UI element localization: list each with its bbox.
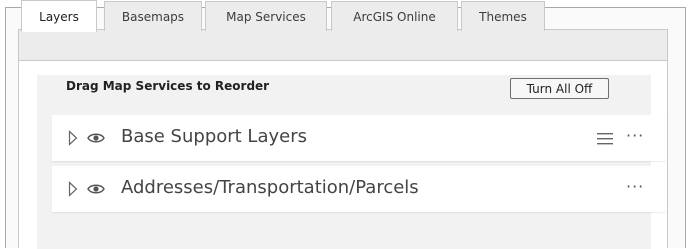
turn-all-off-button[interactable]: Turn All Off [510, 78, 609, 99]
more-icon[interactable]: ··· [626, 177, 656, 197]
expand-caret-icon[interactable] [68, 130, 78, 146]
tab-basemaps[interactable]: Basemaps [104, 1, 202, 31]
eye-icon[interactable] [87, 130, 105, 146]
tab-themes[interactable]: Themes [461, 1, 545, 31]
tab-layers[interactable]: Layers [21, 0, 97, 32]
service-label: Addresses/Transportation/Parcels [121, 177, 419, 198]
list-icon[interactable] [597, 131, 613, 145]
service-list-area [37, 75, 651, 249]
expand-caret-icon[interactable] [68, 181, 78, 197]
panel-title: Drag Map Services to Reorder [66, 79, 270, 93]
eye-icon[interactable] [87, 181, 105, 197]
tab-map-services[interactable]: Map Services [205, 1, 327, 31]
tab-bar [18, 29, 668, 60]
service-row-addresses[interactable]: Addresses/Transportation/Parcels ··· [52, 166, 666, 212]
more-icon[interactable]: ··· [626, 126, 656, 146]
service-row-base-support[interactable]: Base Support Layers ··· [52, 115, 666, 161]
tab-arcgis-online[interactable]: ArcGIS Online [331, 1, 458, 31]
service-label: Base Support Layers [121, 126, 307, 147]
